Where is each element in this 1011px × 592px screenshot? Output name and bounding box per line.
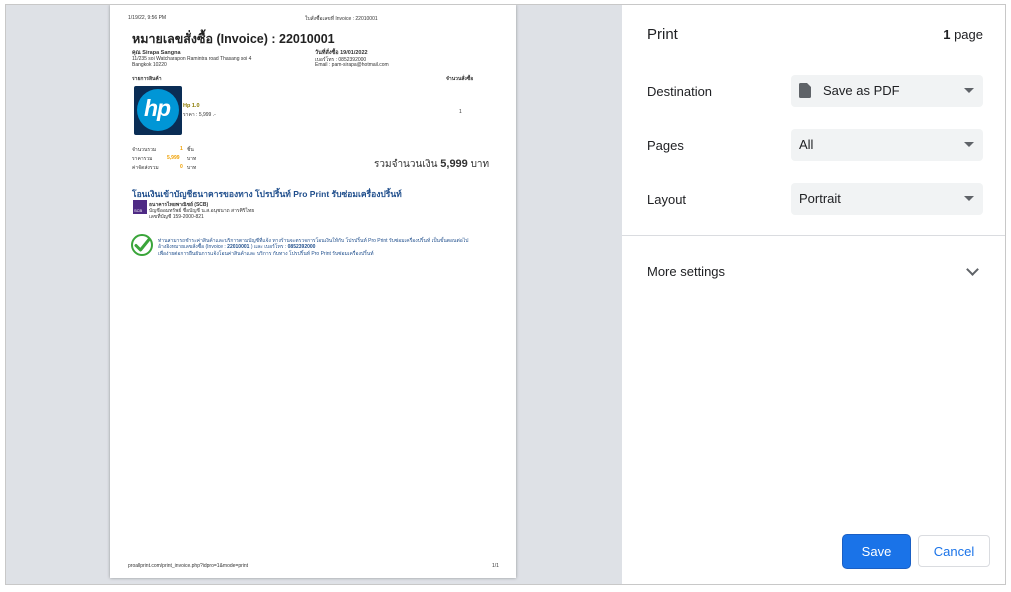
product-price: ราคา : 5,999 .- [183,112,216,118]
layout-label: Layout [647,192,687,207]
sum-qty-unit: ชิ้น [187,147,194,153]
page-footer-number: 1/1 [492,563,499,569]
pdf-file-icon [799,83,811,98]
scb-logo-icon: SCB [133,200,147,214]
destination-value: Save as PDF [823,83,900,98]
sum-price-label: ราคารวม [132,156,153,162]
layout-dropdown-icon [964,196,974,201]
print-preview-area[interactable]: 1/19/22, 9:56 PM ใบสั่งซื้อเลขที่ Invoic… [6,5,622,584]
total-amount: รวมจำนวนเงิน 5,999 บาท [374,158,490,170]
hp-logo-icon: hp [137,89,179,131]
customer-email: Email : pam-sirapa@hotmail.com [315,62,389,68]
destination-dropdown-icon [964,88,974,93]
payment-note-line3: เพื่อง่ายต่อการยืนยันการแจ้งโอนค่าสินค้า… [158,251,374,257]
destination-select[interactable]: Save as PDF [791,75,983,107]
more-settings-toggle[interactable]: More settings [647,264,725,279]
invoice-title: หมายเลขสั่งซื้อ (Invoice) : 22010001 [132,32,335,46]
page-count: 1 page [943,27,983,42]
chevron-down-icon[interactable] [966,263,979,276]
page-footer-url: proallprint.com/print_invoice.php?idpro=… [128,563,249,569]
destination-label: Destination [647,84,713,99]
product-name: Hp 1.0 [183,103,200,109]
print-dialog: 1/19/22, 9:56 PM ใบสั่งซื้อเลขที่ Invoic… [5,4,1006,585]
shipping-unit: บาท [187,165,197,171]
pages-value: All [799,137,814,152]
bank-account-number: เลขที่บัญชี 159-2000-821 [149,214,204,220]
pages-dropdown-icon [964,142,974,147]
settings-divider [622,235,1005,236]
product-image: hp [134,86,182,135]
shipping-value: 0 [180,164,183,170]
shipping-label: ค่าจัดส่งรวม [132,165,159,171]
cancel-button[interactable]: Cancel [918,535,990,567]
sum-price-unit: บาท [187,156,197,162]
save-button[interactable]: Save [843,535,910,568]
pages-select[interactable]: All [791,129,983,161]
print-settings-panel: Print 1 page Destination Save as PDF Pag… [622,5,1005,584]
bank-transfer-heading: โอนเงินเข้าบัญชีธนาคารของทาง โปรปริ้นท์ … [132,189,402,199]
check-icon [131,234,153,256]
customer-address-line2: Bangkok 10220 [132,62,167,68]
sum-qty-label: จำนวนรวม [132,147,157,153]
layout-value: Portrait [799,191,841,206]
product-quantity: 1 [459,109,462,115]
pages-label: Pages [647,138,684,153]
page-header-datetime: 1/19/22, 9:56 PM [128,15,167,21]
column-items: รายการสินค้า [132,76,162,82]
sum-price-value: 5,999 [167,155,180,161]
print-title: Print [647,26,678,43]
column-quantity: จำนวนสั่งซื้อ [446,76,474,82]
page-header-title: ใบสั่งซื้อเลขที่ Invoice : 22010001 [305,16,378,22]
preview-page: 1/19/22, 9:56 PM ใบสั่งซื้อเลขที่ Invoic… [110,5,516,578]
layout-select[interactable]: Portrait [791,183,983,215]
sum-qty-value: 1 [180,146,183,152]
